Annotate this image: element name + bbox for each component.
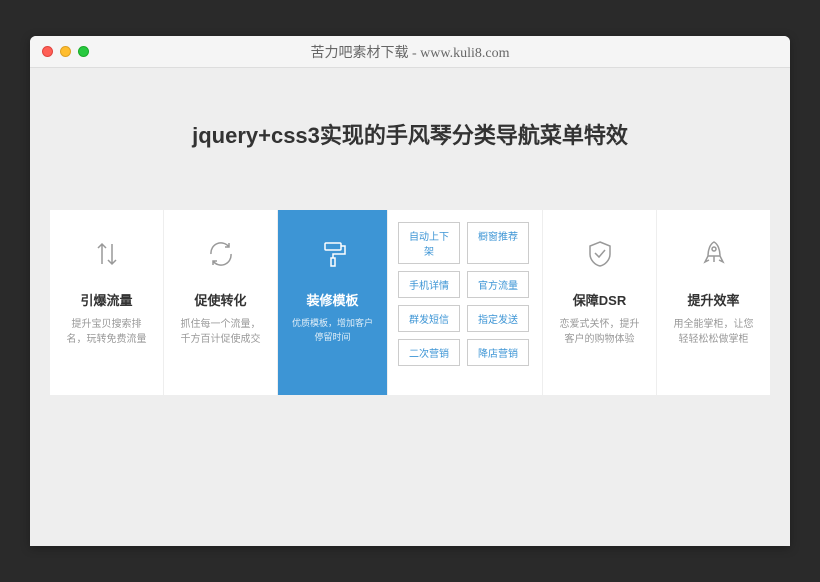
tag-item[interactable]: 群发短信 — [398, 305, 460, 332]
accordion-panel-dsr[interactable]: 保障DSR 恋爱式关怀，提升客户的购物体验 — [543, 210, 657, 395]
accordion-panel-convert[interactable]: 促使转化 抓住每一个流量，千方百计促使成交 — [164, 210, 278, 395]
tag-item[interactable]: 降店营销 — [467, 339, 529, 366]
close-icon[interactable] — [42, 46, 53, 57]
tag-item[interactable]: 橱窗推荐 — [467, 222, 529, 264]
shield-icon — [553, 232, 646, 276]
traffic-icon — [60, 232, 153, 276]
accordion-expand-tags: 自动上下架 橱窗推荐 手机详情 官方流量 群发短信 指定发送 二次营销 降店营销 — [388, 210, 543, 395]
maximize-icon[interactable] — [78, 46, 89, 57]
panel-desc: 优质模板，增加客户停留时间 — [288, 317, 377, 344]
panel-desc: 恋爱式关怀，提升客户的购物体验 — [553, 317, 646, 347]
accordion-panel-traffic[interactable]: 引爆流量 提升宝贝搜索排名，玩转免费流量 — [50, 210, 164, 395]
panel-title: 保障DSR — [553, 290, 646, 309]
traffic-lights — [30, 46, 89, 57]
panel-desc: 用全能掌柜，让您轻轻松松做掌柜 — [667, 317, 760, 347]
panel-title: 促使转化 — [174, 290, 267, 309]
page-heading: jquery+css3实现的手风琴分类导航菜单特效 — [30, 118, 790, 150]
panel-desc: 抓住每一个流量，千方百计促使成交 — [174, 317, 267, 347]
accordion-menu: 引爆流量 提升宝贝搜索排名，玩转免费流量 促使转化 抓住每一个流量，千方百计促使… — [50, 210, 770, 395]
tag-item[interactable]: 二次营销 — [398, 339, 460, 366]
window-title: 苦力吧素材下载 - www.kuli8.com — [30, 42, 790, 62]
tag-item[interactable]: 指定发送 — [467, 305, 529, 332]
panel-title: 装修模板 — [288, 290, 377, 309]
paint-roller-icon — [288, 232, 377, 276]
page-content: jquery+css3实现的手风琴分类导航菜单特效 引爆流量 提升宝贝搜索排名，… — [30, 68, 790, 395]
refresh-icon — [174, 232, 267, 276]
accordion-panel-efficiency[interactable]: 提升效率 用全能掌柜，让您轻轻松松做掌柜 — [657, 210, 770, 395]
panel-title: 引爆流量 — [60, 290, 153, 309]
panel-desc: 提升宝贝搜索排名，玩转免费流量 — [60, 317, 153, 347]
tag-item[interactable]: 手机详情 — [398, 271, 460, 298]
browser-window: 苦力吧素材下载 - www.kuli8.com jquery+css3实现的手风… — [30, 36, 790, 546]
minimize-icon[interactable] — [60, 46, 71, 57]
tag-item[interactable]: 官方流量 — [467, 271, 529, 298]
tag-item[interactable]: 自动上下架 — [398, 222, 460, 264]
rocket-icon — [667, 232, 760, 276]
panel-title: 提升效率 — [667, 290, 760, 309]
title-bar: 苦力吧素材下载 - www.kuli8.com — [30, 36, 790, 68]
accordion-panel-template[interactable]: 装修模板 优质模板，增加客户停留时间 — [278, 210, 388, 395]
